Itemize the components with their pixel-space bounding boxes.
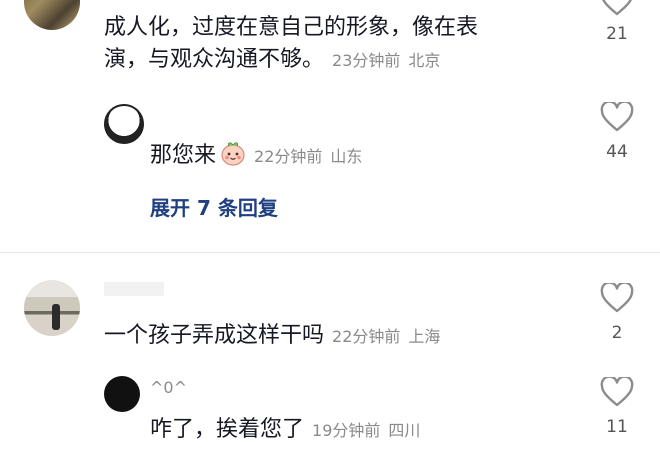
- reply-text: 咋了，挨着您了 19分钟前 四川: [150, 414, 420, 447]
- like-button[interactable]: 44: [597, 102, 637, 162]
- avatar[interactable]: [104, 376, 140, 412]
- location-label: 北京: [408, 51, 441, 70]
- avatar[interactable]: [24, 0, 80, 30]
- comment-text: 成人化，过度在意自己的形象，像在表 演，与观众沟通不够。 23分钟前 北京: [104, 12, 574, 77]
- comment-text-part: 一个孩子弄成这样干吗: [104, 323, 325, 348]
- expand-replies-button[interactable]: 展开 7 条回复: [150, 192, 278, 221]
- avatar-figure: [52, 304, 60, 330]
- like-button[interactable]: 11: [597, 377, 637, 437]
- location-label: 四川: [388, 421, 421, 440]
- like-count: 11: [606, 417, 628, 437]
- comment-text-line: 演，与观众沟通不够。 23分钟前 北京: [104, 44, 574, 77]
- peach-face-emoji: [220, 140, 246, 176]
- comment-text-part: 演，与观众沟通不够。: [104, 47, 325, 72]
- heart-icon: [600, 102, 634, 132]
- timestamp: 22分钟前: [332, 327, 401, 346]
- reply-text: 那您来 22分钟前 山东: [150, 140, 362, 176]
- avatar[interactable]: [24, 280, 80, 336]
- location-label: 上海: [408, 327, 441, 346]
- heart-icon: [602, 0, 632, 16]
- timestamp: 23分钟前: [332, 51, 401, 70]
- reply-text-part: 咋了，挨着您了: [150, 417, 305, 442]
- like-count: 2: [611, 323, 623, 343]
- comment-text: 一个孩子弄成这样干吗 22分钟前 上海: [104, 320, 440, 353]
- heart-icon: [600, 377, 634, 407]
- like-button[interactable]: 2: [597, 283, 637, 343]
- reply-username[interactable]: ^0^: [150, 378, 187, 397]
- like-button[interactable]: 21: [597, 0, 637, 44]
- timestamp: 22分钟前: [254, 147, 323, 166]
- location-label: 山东: [330, 147, 363, 166]
- reply-text-part: 那您来: [150, 143, 217, 168]
- divider: [0, 252, 660, 253]
- comment-text-line: 成人化，过度在意自己的形象，像在表: [104, 15, 479, 40]
- heart-icon: [600, 283, 634, 313]
- avatar[interactable]: [104, 104, 144, 144]
- timestamp: 19分钟前: [312, 421, 381, 440]
- like-count: 21: [606, 24, 628, 44]
- username-redacted: [104, 282, 164, 296]
- like-count: 44: [606, 142, 628, 162]
